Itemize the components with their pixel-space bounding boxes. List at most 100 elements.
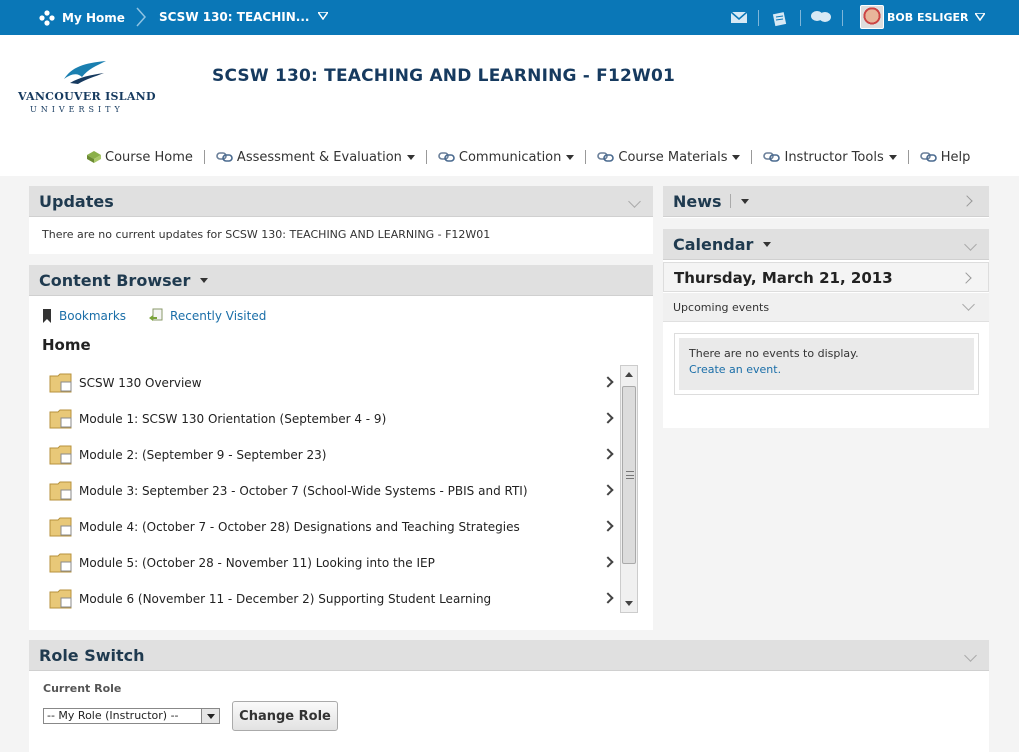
folder-icon [49, 589, 72, 609]
folder-icon [49, 409, 72, 429]
change-role-button[interactable]: Change Role [232, 701, 338, 731]
folder-icon [49, 553, 72, 573]
nav-label: Course Materials [618, 149, 728, 165]
nav-course-home[interactable]: Course Home [80, 150, 199, 165]
chevron-right-icon[interactable] [602, 448, 614, 460]
list-item[interactable]: Module 6 (November 11 - December 2) Supp… [49, 581, 620, 615]
folder-icon [49, 445, 72, 465]
chevron-right-icon[interactable] [602, 556, 614, 568]
topbar-divider [800, 10, 801, 26]
nav-course-materials[interactable]: Course Materials [591, 150, 746, 165]
calendar-date-row[interactable]: Thursday, March 21, 2013 [663, 262, 989, 292]
grip-icon [626, 471, 634, 479]
content-home-heading: Home [42, 336, 91, 354]
breadcrumb-chevron-icon [136, 7, 147, 27]
chevron-down-icon[interactable] [964, 649, 977, 662]
events-box-inner: There are no events to display. Create a… [679, 338, 974, 390]
chevron-down-icon [566, 154, 575, 160]
list-item[interactable]: Module 5: (October 28 - November 11) Loo… [49, 545, 620, 581]
current-role-label: Current Role [43, 682, 122, 695]
chevron-down-icon [732, 154, 741, 160]
course-dropdown-icon[interactable] [318, 12, 328, 20]
item-label: Module 6 (November 11 - December 2) Supp… [79, 592, 492, 606]
module-list-scrollbar[interactable] [620, 365, 638, 613]
calendar-widget: Calendar Thursday, March 21, 2013 Upcomi… [663, 229, 989, 428]
chevron-down-icon[interactable] [740, 198, 749, 204]
widget-title: Role Switch [39, 645, 145, 665]
nav-help[interactable]: Help [914, 150, 977, 165]
page-title: SCSW 130: TEACHING AND LEARNING - F12W01 [212, 66, 676, 86]
role-select-value: -- My Role (Instructor) -- [47, 709, 179, 722]
nav-instructor-tools[interactable]: Instructor Tools [757, 150, 902, 165]
mail-icon[interactable] [730, 9, 748, 25]
chevron-right-icon[interactable] [960, 272, 972, 284]
topbar-divider [842, 10, 843, 26]
upcoming-events-bar[interactable]: Upcoming events [663, 293, 989, 322]
nav-label: Assessment & Evaluation [236, 149, 402, 165]
item-label: Module 4: (October 7 - October 28) Desig… [79, 520, 520, 534]
logo-line1: VANCOUVER ISLAND [18, 90, 156, 103]
updates-icon[interactable] [771, 9, 789, 27]
list-item[interactable]: Module 3: September 23 - October 7 (Scho… [49, 473, 620, 509]
calendar-header: Calendar [663, 229, 989, 260]
nav-assessment[interactable]: Assessment & Evaluation [210, 150, 421, 165]
topbar-divider [758, 10, 759, 26]
university-logo[interactable]: VANCOUVER ISLAND UNIVERSITY [18, 57, 158, 117]
nav-divider [203, 150, 205, 164]
chevron-right-icon[interactable] [602, 520, 614, 532]
recently-visited-link[interactable]: Recently Visited [148, 308, 266, 324]
role-switch-widget: Role Switch Current Role -- My Role (Ins… [29, 640, 989, 752]
chevron-down-icon[interactable] [200, 277, 209, 283]
item-label: Module 3: September 23 - October 7 (Scho… [79, 484, 528, 498]
link-chain-icon [216, 152, 233, 162]
course-selector[interactable]: SCSW 130: TEACHIN... [159, 10, 309, 24]
nav-label: Communication [458, 149, 562, 165]
my-home-label: My Home [62, 11, 125, 25]
nav-divider [585, 150, 587, 164]
chevron-down-icon[interactable] [962, 298, 975, 311]
link-chain-icon [597, 152, 615, 162]
scroll-up-icon[interactable] [625, 372, 633, 377]
scroll-down-icon[interactable] [625, 601, 633, 606]
chevron-down-icon[interactable] [763, 241, 772, 247]
news-widget: News [663, 186, 989, 218]
nav-communication[interactable]: Communication [432, 150, 580, 165]
list-item[interactable]: Module 4: (October 7 - October 28) Desig… [49, 509, 620, 545]
chevron-down-icon[interactable] [628, 195, 641, 208]
user-dropdown-icon[interactable] [975, 13, 985, 21]
nav-divider [751, 150, 753, 164]
role-select[interactable]: -- My Role (Instructor) -- [43, 708, 220, 724]
recently-visited-label: Recently Visited [170, 309, 267, 323]
nav-divider [425, 150, 427, 164]
bookmarks-label: Bookmarks [59, 309, 127, 323]
content-browser-widget: Content Browser Bookmarks Recently Visit… [29, 265, 653, 630]
folder-icon [49, 373, 72, 393]
item-label: Module 5: (October 28 - November 11) Loo… [79, 556, 435, 570]
create-event-link[interactable]: Create an event. [689, 362, 964, 378]
chevron-right-icon[interactable] [961, 195, 973, 207]
chevron-right-icon[interactable] [602, 592, 614, 604]
chevron-down-icon [406, 154, 415, 160]
list-item[interactable]: Module 1: SCSW 130 Orientation (Septembe… [49, 401, 620, 437]
user-name[interactable]: BOB ESLIGER [887, 11, 969, 24]
collapse-icon[interactable] [964, 238, 977, 251]
folder-icon [49, 481, 72, 501]
item-label: Module 1: SCSW 130 Orientation (Septembe… [79, 412, 387, 426]
bookmarks-link[interactable]: Bookmarks [41, 308, 126, 324]
user-avatar[interactable] [860, 5, 884, 29]
select-arrow-icon[interactable] [201, 709, 219, 723]
chevron-right-icon[interactable] [602, 376, 614, 388]
chat-icon[interactable] [810, 9, 832, 25]
nav-divider [907, 150, 909, 164]
chevron-right-icon[interactable] [602, 484, 614, 496]
widget-title: Content Browser [39, 270, 191, 290]
my-home-link[interactable]: My Home [38, 9, 125, 27]
content-browser-links: Bookmarks Recently Visited [41, 308, 288, 324]
chevron-right-icon[interactable] [602, 412, 614, 424]
list-item[interactable]: Module 2: (September 9 - September 23) [49, 437, 620, 473]
bookmark-icon [43, 309, 51, 323]
item-label: SCSW 130 Overview [79, 376, 202, 390]
link-chain-icon [919, 152, 937, 162]
list-item[interactable]: SCSW 130 Overview [49, 365, 620, 401]
scrollbar-thumb[interactable] [622, 386, 636, 564]
